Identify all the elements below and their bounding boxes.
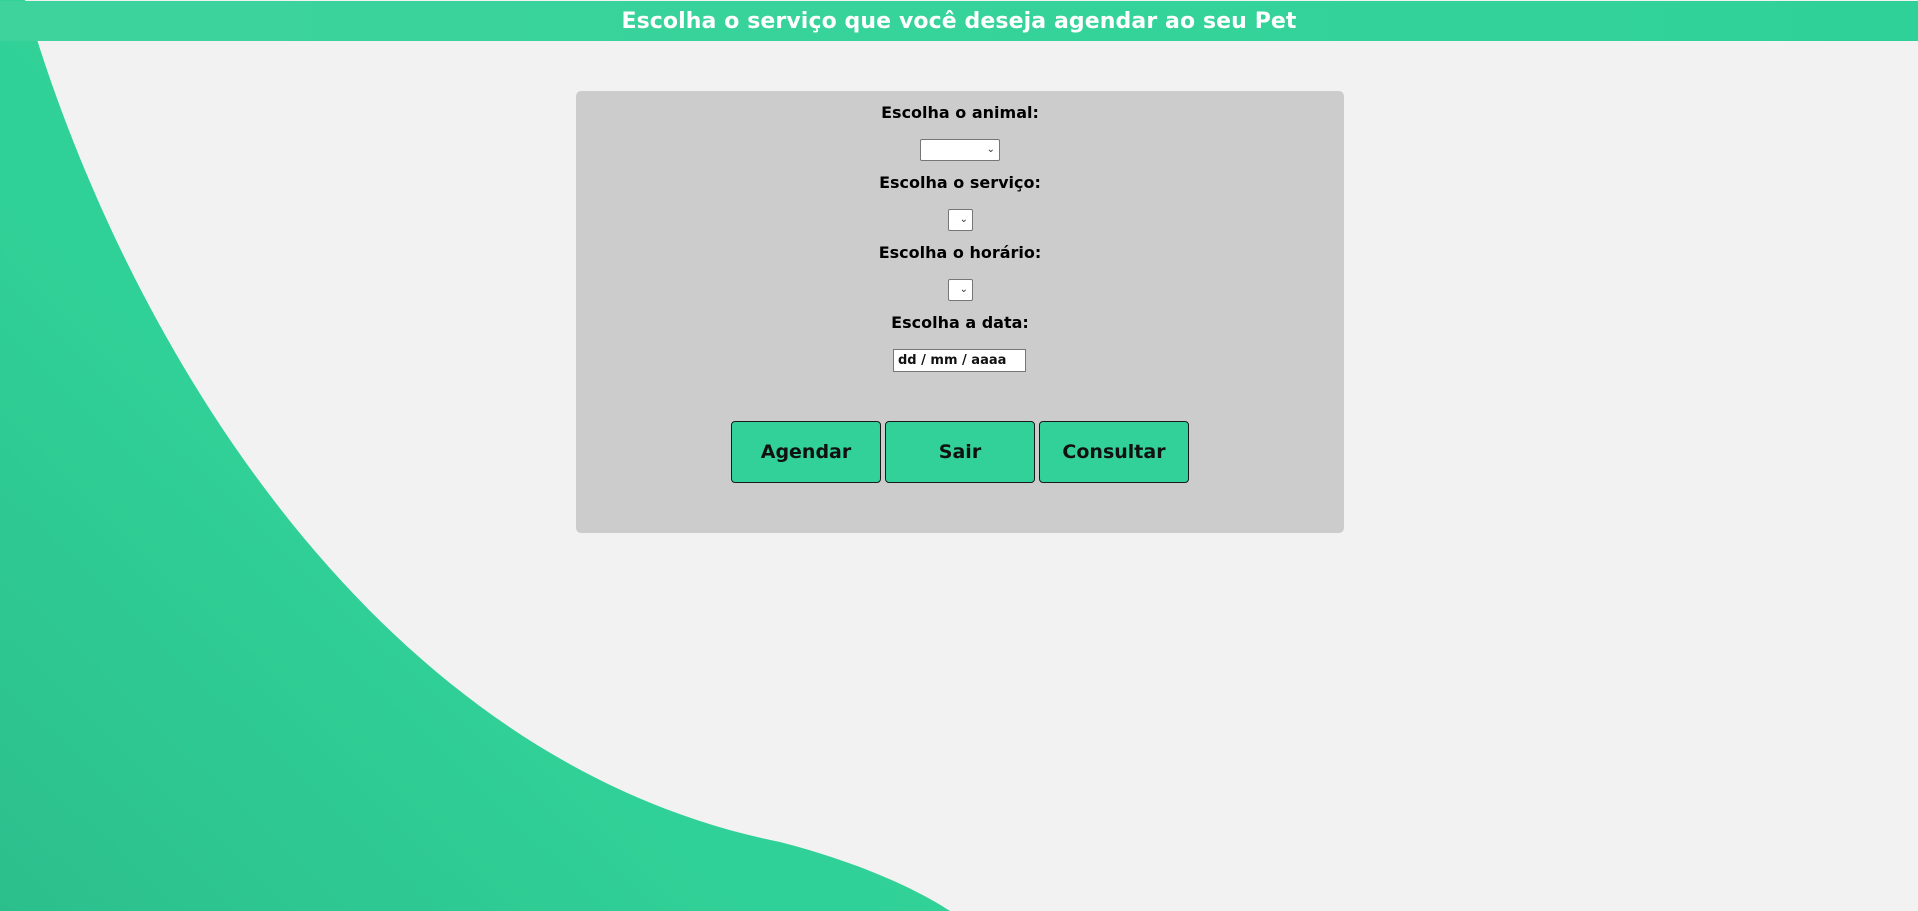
- page-title: Escolha o serviço que você deseja agenda…: [621, 8, 1297, 34]
- consult-button[interactable]: Consultar: [1039, 421, 1189, 483]
- date-input[interactable]: dd / mm / aaaa: [893, 349, 1026, 372]
- header-bar: Escolha o serviço que você deseja agenda…: [0, 1, 1918, 41]
- service-label: Escolha o serviço:: [879, 173, 1041, 192]
- schedule-form-panel: Escolha o animal: ⌄ Escolha o serviço: ⌄…: [576, 91, 1344, 533]
- exit-button[interactable]: Sair: [885, 421, 1035, 483]
- chevron-down-icon: ⌄: [959, 214, 968, 225]
- schedule-button[interactable]: Agendar: [731, 421, 881, 483]
- animal-label: Escolha o animal:: [881, 103, 1039, 122]
- date-label: Escolha a data:: [891, 313, 1029, 332]
- animal-select[interactable]: ⌄: [920, 139, 1000, 161]
- time-label: Escolha o horário:: [878, 243, 1042, 262]
- chevron-down-icon: ⌄: [959, 284, 968, 295]
- service-select[interactable]: ⌄: [948, 209, 973, 231]
- chevron-down-icon: ⌄: [986, 144, 995, 155]
- time-select[interactable]: ⌄: [948, 279, 973, 301]
